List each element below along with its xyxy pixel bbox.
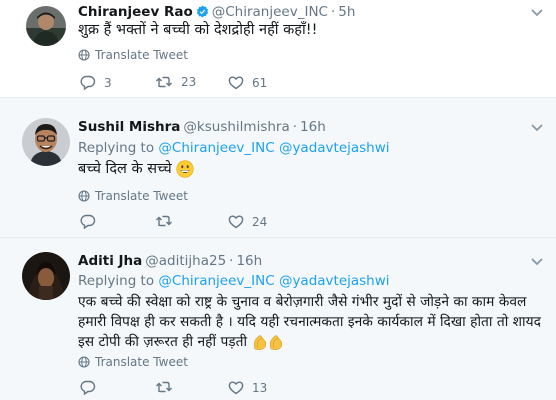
- tweet-text-line: इस टोपी की ज़रूरत ही नहीं पड़ती: [78, 332, 286, 353]
- replying-to-link[interactable]: @Chiranjeev_INC: [158, 273, 274, 289]
- tweet-aditi[interactable]: Aditi Jha @aditijha25 · 16h Replying to @Ch…: [0, 238, 556, 400]
- translate-tweet-link[interactable]: Translate Tweet: [78, 354, 188, 370]
- display-name[interactable]: Sushil Mishra: [78, 119, 180, 135]
- heart-icon: [228, 215, 244, 229]
- tweet-header: Chiranjeev Rao @Chiranjeev_INC · 5h: [78, 3, 355, 21]
- tweet-text-line: एक बच्चे की स्वेक्षा को राष्ट्र के चुनाव…: [78, 294, 527, 310]
- replying-to-link[interactable]: @yadavtejashwi: [279, 273, 390, 289]
- avatar[interactable]: [22, 118, 70, 166]
- separator-dot: ·: [229, 253, 234, 269]
- replying-to: Replying to @Chiranjeev_INC @yadavtejash…: [78, 272, 390, 290]
- translate-tweet-link[interactable]: Translate Tweet: [78, 188, 188, 204]
- separator-dot: ·: [330, 4, 336, 20]
- replying-to-link[interactable]: @Chiranjeev_INC: [158, 140, 274, 156]
- tweet-text-line: हमारी विपक्ष ही कर सकती है । यदि यही रचन…: [78, 314, 541, 330]
- retweet-button[interactable]: [155, 214, 181, 228]
- clapping-hands-emoji-icon: [253, 334, 282, 350]
- like-count: 24: [252, 214, 268, 229]
- like-count: 13: [252, 380, 268, 395]
- translate-label: Translate Tweet: [95, 355, 188, 369]
- reply-icon: [80, 380, 96, 395]
- reply-button[interactable]: [80, 214, 104, 229]
- tweet-actions: 24: [80, 214, 380, 232]
- replying-prefix: Replying to: [78, 273, 155, 289]
- replying-to: Replying to @Chiranjeev_INC @yadavtejash…: [78, 139, 390, 157]
- reply-icon: [80, 214, 96, 229]
- timestamp[interactable]: 5h: [338, 4, 355, 20]
- tweet-text-content: बच्चे दिल के सच्चे: [78, 161, 172, 177]
- retweet-button[interactable]: 23: [155, 75, 196, 89]
- tweet-text: बच्चे दिल के सच्चे: [78, 159, 194, 180]
- grinning-face-emoji-icon: [176, 160, 194, 178]
- globe-icon: [78, 49, 90, 61]
- tweet-sushil[interactable]: Sushil Mishra @ksushilmishra · 16h Replying…: [0, 98, 556, 238]
- reply-button[interactable]: 3: [80, 75, 112, 90]
- tweet-text: शुक्र हैं भक्तों ने बच्ची को देशद्रोही न…: [78, 22, 318, 38]
- translate-tweet-link[interactable]: Translate Tweet: [78, 47, 188, 63]
- reply-button[interactable]: [80, 380, 104, 395]
- retweet-icon: [156, 215, 172, 227]
- chevron-down-icon[interactable]: [530, 8, 544, 18]
- translate-label: Translate Tweet: [95, 48, 188, 62]
- user-handle[interactable]: @ksushilmishra: [183, 119, 289, 135]
- chevron-down-icon[interactable]: [530, 257, 544, 267]
- user-handle[interactable]: @Chiranjeev_INC: [212, 4, 328, 20]
- like-count: 61: [252, 75, 268, 90]
- avatar[interactable]: [22, 252, 70, 300]
- user-handle[interactable]: @aditijha25: [145, 253, 226, 269]
- tweet-chiranjeev[interactable]: Chiranjeev Rao @Chiranjeev_INC · 5h शुक्र ह…: [0, 0, 556, 98]
- tweet-actions: 13: [80, 380, 380, 398]
- tweet-text-content: इस टोपी की ज़रूरत ही नहीं पड़ती: [78, 334, 248, 350]
- separator-dot: ·: [292, 119, 298, 135]
- replying-prefix: Replying to: [78, 140, 155, 156]
- globe-icon: [78, 356, 90, 368]
- retweet-button[interactable]: [155, 380, 181, 394]
- retweet-count: 23: [181, 75, 197, 89]
- tweet-header: Sushil Mishra @ksushilmishra · 16h: [78, 118, 326, 136]
- replying-to-link[interactable]: @yadavtejashwi: [279, 140, 390, 156]
- tweet-actions: 3 23 61: [80, 75, 380, 93]
- tweet-header: Aditi Jha @aditijha25 · 16h: [78, 252, 262, 270]
- timestamp[interactable]: 16h: [300, 119, 326, 135]
- like-button[interactable]: 24: [228, 214, 267, 229]
- translate-label: Translate Tweet: [95, 189, 188, 203]
- reply-icon: [80, 75, 96, 90]
- heart-icon: [228, 76, 244, 90]
- display-name[interactable]: Chiranjeev Rao: [78, 4, 193, 20]
- heart-icon: [228, 381, 244, 395]
- verified-badge-icon: [196, 5, 208, 18]
- reply-count: 3: [104, 75, 112, 90]
- chevron-down-icon[interactable]: [530, 123, 544, 133]
- retweet-icon: [156, 381, 172, 393]
- timestamp[interactable]: 16h: [236, 253, 262, 269]
- globe-icon: [78, 190, 90, 202]
- display-name[interactable]: Aditi Jha: [78, 253, 142, 269]
- like-button[interactable]: 61: [228, 75, 267, 90]
- avatar[interactable]: [26, 6, 66, 46]
- like-button[interactable]: 13: [228, 380, 267, 395]
- retweet-icon: [156, 76, 172, 88]
